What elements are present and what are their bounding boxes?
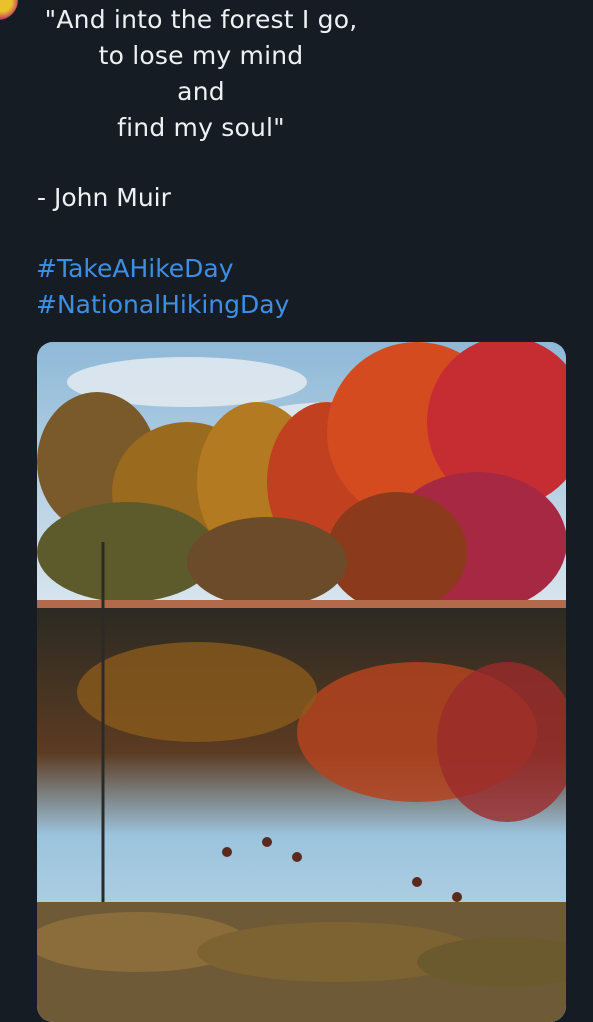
avatar[interactable] (0, 0, 18, 20)
post-photo[interactable] (37, 342, 566, 1022)
shoreline (37, 600, 566, 608)
post-text-quote: "And into the forest I go, to lose my mi… (36, 2, 366, 146)
quote-line: and (177, 77, 225, 106)
hashtag-link[interactable]: #NationalHikingDay (36, 287, 289, 323)
quote-line: to lose my mind (98, 41, 304, 70)
quote-author: - John Muir (37, 183, 171, 212)
quote-line: find my soul" (117, 113, 285, 142)
photo-icon (37, 342, 566, 1022)
hashtag-link[interactable]: #TakeAHikeDay (36, 251, 289, 287)
quote-line: "And into the forest I go, (44, 5, 358, 34)
hashtag-list: #TakeAHikeDay #NationalHikingDay (36, 251, 289, 323)
